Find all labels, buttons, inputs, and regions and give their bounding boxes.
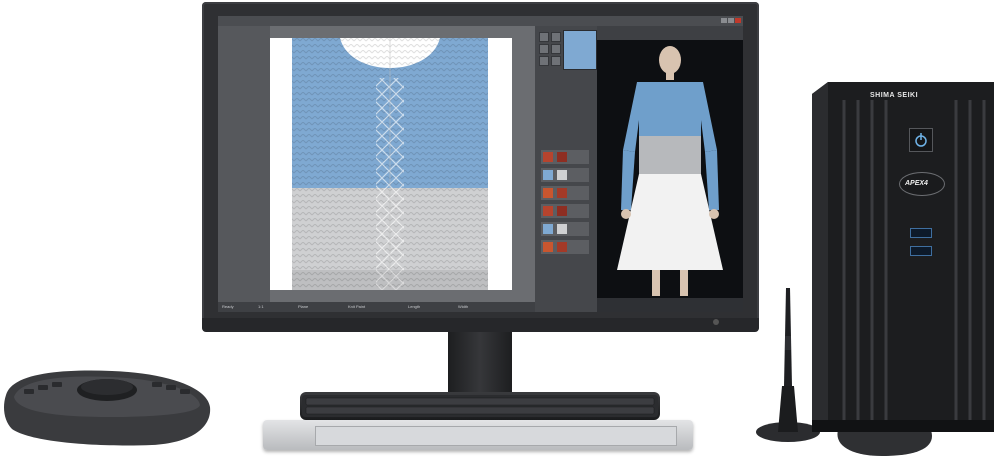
power-icon — [915, 133, 927, 147]
fill-tool-icon[interactable] — [539, 44, 549, 54]
maximize-button[interactable] — [728, 18, 734, 23]
swatch — [543, 206, 553, 216]
keyboard-tray — [263, 420, 693, 450]
keyboard-keys — [305, 397, 655, 415]
pattern-editor-pane: Ready 1:1 Plane Knit Paint Length Width — [218, 26, 535, 312]
model-label: APEX4 — [905, 180, 928, 187]
knit-pattern-canvas[interactable] — [270, 38, 512, 290]
swatch — [557, 224, 567, 234]
swatch-row[interactable] — [541, 240, 589, 254]
monitor-stand-neck — [448, 332, 512, 394]
move-tool-icon[interactable] — [551, 56, 561, 66]
workstation-tower — [812, 82, 994, 432]
line-tool-icon[interactable] — [551, 32, 561, 42]
model-right-leg — [680, 270, 688, 296]
power-button[interactable] — [909, 128, 933, 152]
tower-base — [812, 420, 994, 432]
swatch-row[interactable] — [541, 204, 589, 218]
pen-button — [785, 336, 791, 350]
model-right-hand — [709, 209, 719, 219]
3d-navigation-device[interactable] — [2, 365, 212, 447]
brand-label: SHIMA SEIKI — [870, 92, 919, 99]
model-neck — [666, 72, 674, 80]
model-left-leg — [652, 270, 660, 296]
model-head — [659, 46, 681, 74]
status-item: Width — [458, 304, 469, 309]
swatch-row[interactable] — [541, 168, 589, 182]
tray-panel — [315, 426, 677, 446]
knob-cap — [81, 379, 133, 395]
preview-header — [597, 26, 743, 40]
swatch-row[interactable] — [541, 150, 589, 164]
model-sweater-lower — [639, 136, 701, 174]
pencil-tool-icon[interactable] — [539, 32, 549, 42]
device-button[interactable] — [24, 389, 34, 394]
knit-pattern-drawing — [292, 38, 488, 290]
pen-holder — [778, 386, 798, 432]
status-item: Plane — [298, 304, 309, 309]
status-item: Knit Paint — [348, 304, 366, 309]
swatch — [543, 152, 553, 162]
tool-panel — [535, 26, 597, 312]
swatch — [557, 152, 567, 162]
swatch — [557, 170, 567, 180]
status-bar: Ready 1:1 Plane Knit Paint Length Width — [218, 302, 535, 312]
device-button[interactable] — [38, 385, 48, 390]
swatch — [543, 188, 553, 198]
keyboard[interactable] — [302, 395, 658, 417]
title-bar — [218, 16, 743, 26]
usb-port[interactable] — [910, 246, 932, 256]
swatch-row[interactable] — [541, 222, 589, 236]
monitor: Ready 1:1 Plane Knit Paint Length Width — [202, 2, 759, 331]
3d-preview-pane[interactable] — [597, 26, 743, 312]
tower-side — [812, 82, 828, 432]
minimize-button[interactable] — [721, 18, 727, 23]
device-button[interactable] — [166, 385, 176, 390]
monitor-bezel-bottom — [202, 318, 759, 332]
pattern-thumbnail[interactable] — [563, 30, 597, 70]
select-tool-icon[interactable] — [551, 44, 561, 54]
3d-model-preview — [617, 46, 723, 296]
screen: Ready 1:1 Plane Knit Paint Length Width — [218, 16, 743, 312]
usb-port[interactable] — [910, 228, 932, 238]
model-skirt — [617, 174, 723, 270]
status-item: 1:1 — [258, 304, 264, 309]
tower-case — [812, 82, 994, 432]
swatch-row[interactable] — [541, 186, 589, 200]
device-button[interactable] — [180, 389, 190, 394]
device-button[interactable] — [52, 382, 62, 387]
status-item: Ready — [222, 304, 234, 309]
preview-footer — [597, 298, 743, 312]
swatch — [557, 242, 567, 252]
close-button[interactable] — [735, 18, 741, 23]
status-item: Length — [408, 304, 421, 309]
swatch — [543, 170, 553, 180]
zoom-tool-icon[interactable] — [539, 56, 549, 66]
swatch — [557, 206, 567, 216]
swatch — [543, 224, 553, 234]
model-left-hand — [621, 209, 631, 219]
monitor-power-button[interactable] — [713, 319, 719, 325]
left-toolbar — [218, 26, 270, 312]
swatch — [543, 242, 553, 252]
device-button[interactable] — [152, 382, 162, 387]
swatch — [557, 188, 567, 198]
